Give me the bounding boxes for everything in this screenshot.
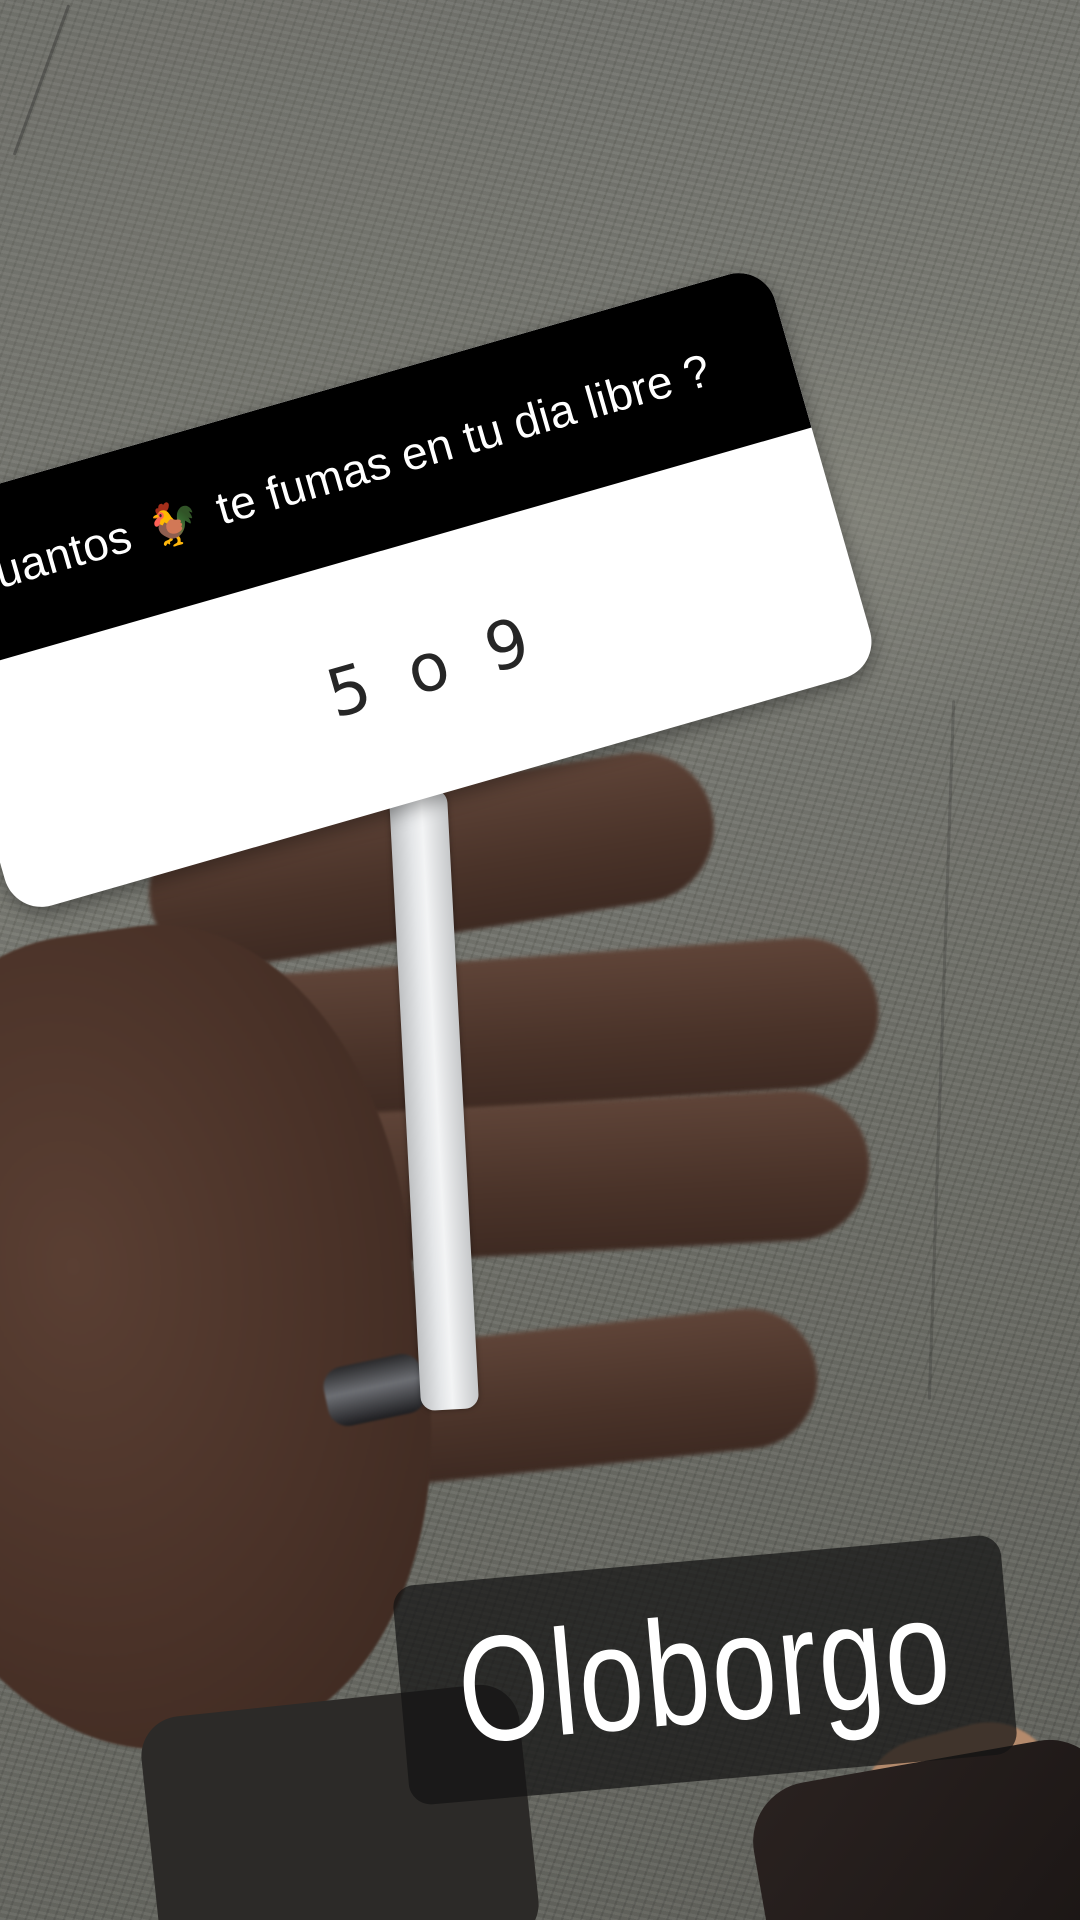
floor-crack <box>927 700 956 1400</box>
caption-text: Oloborgo <box>451 1564 959 1776</box>
rooster-emoji: 🐓 <box>142 493 206 554</box>
answer-text: 5 o 9 <box>318 599 548 734</box>
question-text-start: cuantos <box>0 509 138 605</box>
floor-crack <box>12 4 71 156</box>
